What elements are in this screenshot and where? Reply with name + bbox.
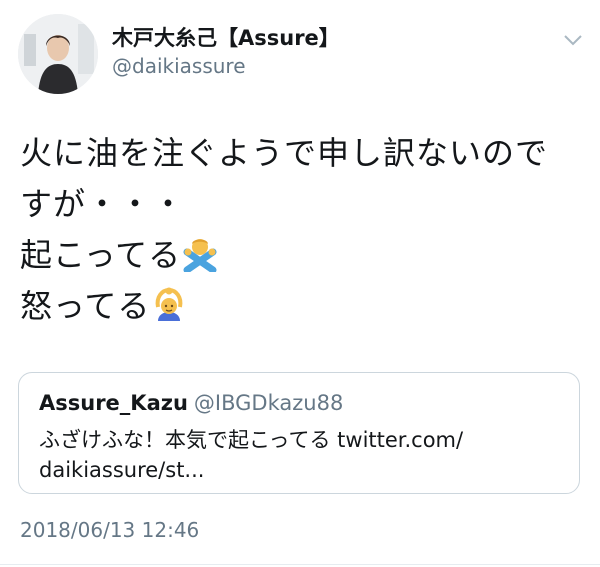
tweet: 木戸大糸己【Assure】 @daikiassure 火に油を注ぐようで申し訳な… bbox=[0, 0, 600, 567]
tweet-timestamp[interactable]: 2018/06/13 12:46 bbox=[20, 516, 199, 544]
author-handle[interactable]: @daikiassure bbox=[112, 52, 340, 80]
author-display-name[interactable]: 木戸大糸己【Assure】 bbox=[112, 24, 340, 52]
chevron-down-icon bbox=[564, 35, 582, 46]
tweet-text-line-4: 怒ってる bbox=[20, 287, 151, 325]
quoted-tweet-author-handle: @IBGDkazu88 bbox=[193, 391, 344, 415]
tweet-text-line: 怒ってる bbox=[20, 281, 590, 332]
person-gesturing-no-emoji-icon bbox=[183, 236, 217, 274]
tweet-text-line: 起こってる bbox=[20, 230, 590, 281]
divider bbox=[0, 564, 600, 565]
quoted-tweet-text: ふざけふな！本気で起こってる twitter.com/ daikiassure/… bbox=[39, 425, 559, 485]
tweet-text: 火に油を注ぐようで申し訳ないので すが・・・ 起こってる 怒ってる bbox=[20, 128, 590, 332]
quoted-tweet-author-name: Assure_Kazu bbox=[39, 391, 188, 415]
quoted-tweet-text-line: ふざけふな！本気で起こってる twitter.com/ bbox=[39, 428, 464, 452]
avatar[interactable] bbox=[18, 14, 98, 94]
tweet-text-line: 火に油を注ぐようで申し訳ないので bbox=[20, 134, 549, 172]
tweet-text-line-3: 起こってる bbox=[20, 236, 182, 274]
user-avatar-icon bbox=[18, 14, 98, 94]
tweet-text-line: すが・・・ bbox=[20, 185, 186, 223]
quoted-tweet-text-line: daikiassure/st... bbox=[39, 458, 205, 482]
quoted-tweet-card[interactable]: Assure_Kazu @IBGDkazu88 ふざけふな！本気で起こってる tw… bbox=[18, 372, 580, 494]
quoted-tweet-header: Assure_Kazu @IBGDkazu88 bbox=[39, 389, 343, 417]
person-raising-hands-emoji-icon bbox=[152, 287, 186, 323]
tweet-menu-button[interactable] bbox=[562, 32, 584, 48]
author-block: 木戸大糸己【Assure】 @daikiassure bbox=[112, 24, 340, 80]
